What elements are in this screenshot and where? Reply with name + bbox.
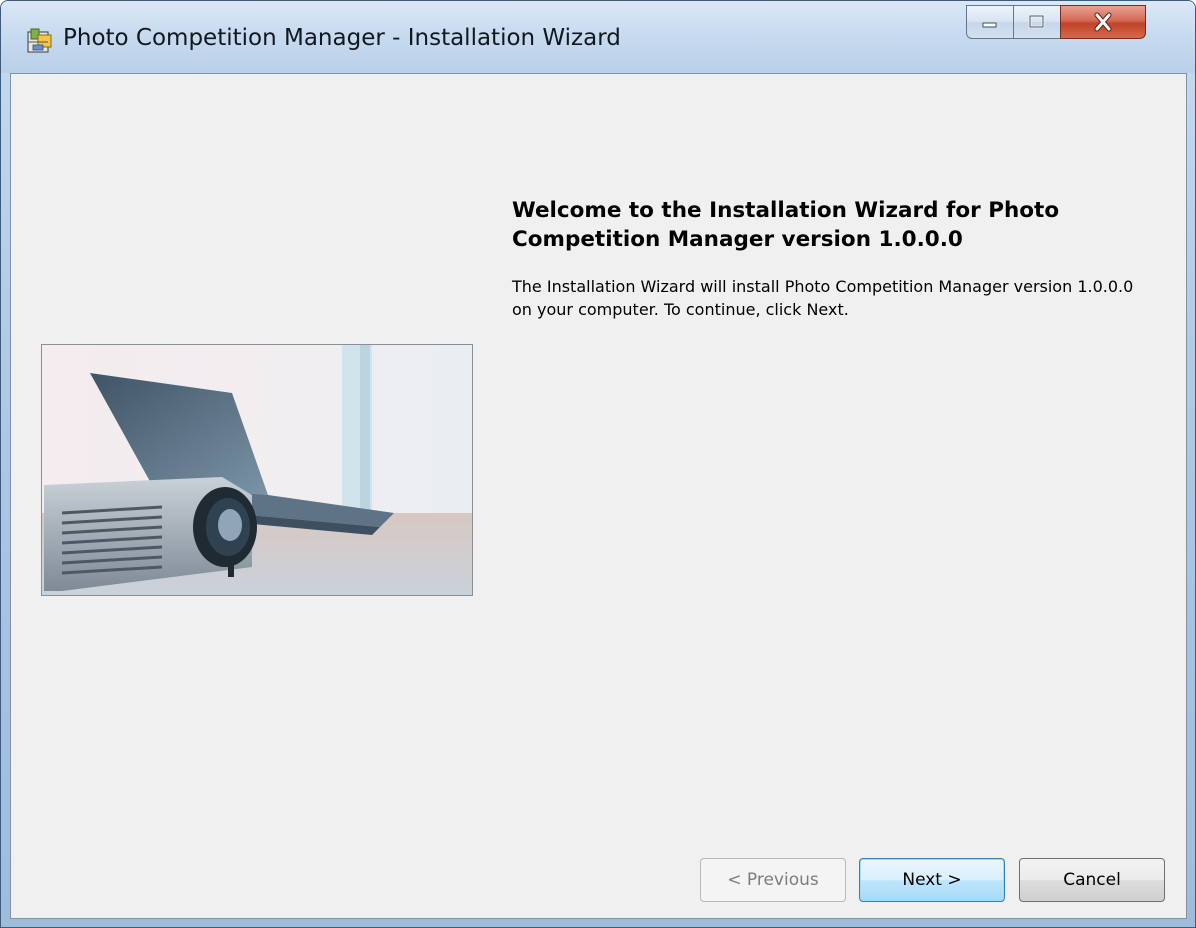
close-button[interactable]: [1060, 5, 1146, 39]
wizard-content: Welcome to the Installation Wizard for P…: [10, 73, 1187, 919]
next-button[interactable]: Next >: [859, 858, 1005, 902]
window-title: Photo Competition Manager - Installation…: [63, 25, 621, 51]
title-bar[interactable]: Photo Competition Manager - Installation…: [1, 1, 1195, 73]
minimize-icon: [982, 22, 997, 28]
maximize-button[interactable]: [1013, 5, 1061, 39]
installer-window: Photo Competition Manager - Installation…: [0, 0, 1196, 928]
cancel-button[interactable]: Cancel: [1019, 858, 1165, 902]
installer-app-icon: [27, 28, 52, 53]
minimize-button[interactable]: [966, 5, 1014, 39]
maximize-icon: [1028, 14, 1045, 29]
close-icon: [1094, 12, 1112, 32]
welcome-heading: Welcome to the Installation Wizard for P…: [512, 198, 1060, 252]
welcome-description: The Installation Wizard will install Pho…: [512, 277, 1134, 319]
previous-button[interactable]: < Previous: [700, 858, 846, 902]
laptop-projector-illustration: [42, 345, 472, 595]
hero-image: [41, 344, 473, 596]
